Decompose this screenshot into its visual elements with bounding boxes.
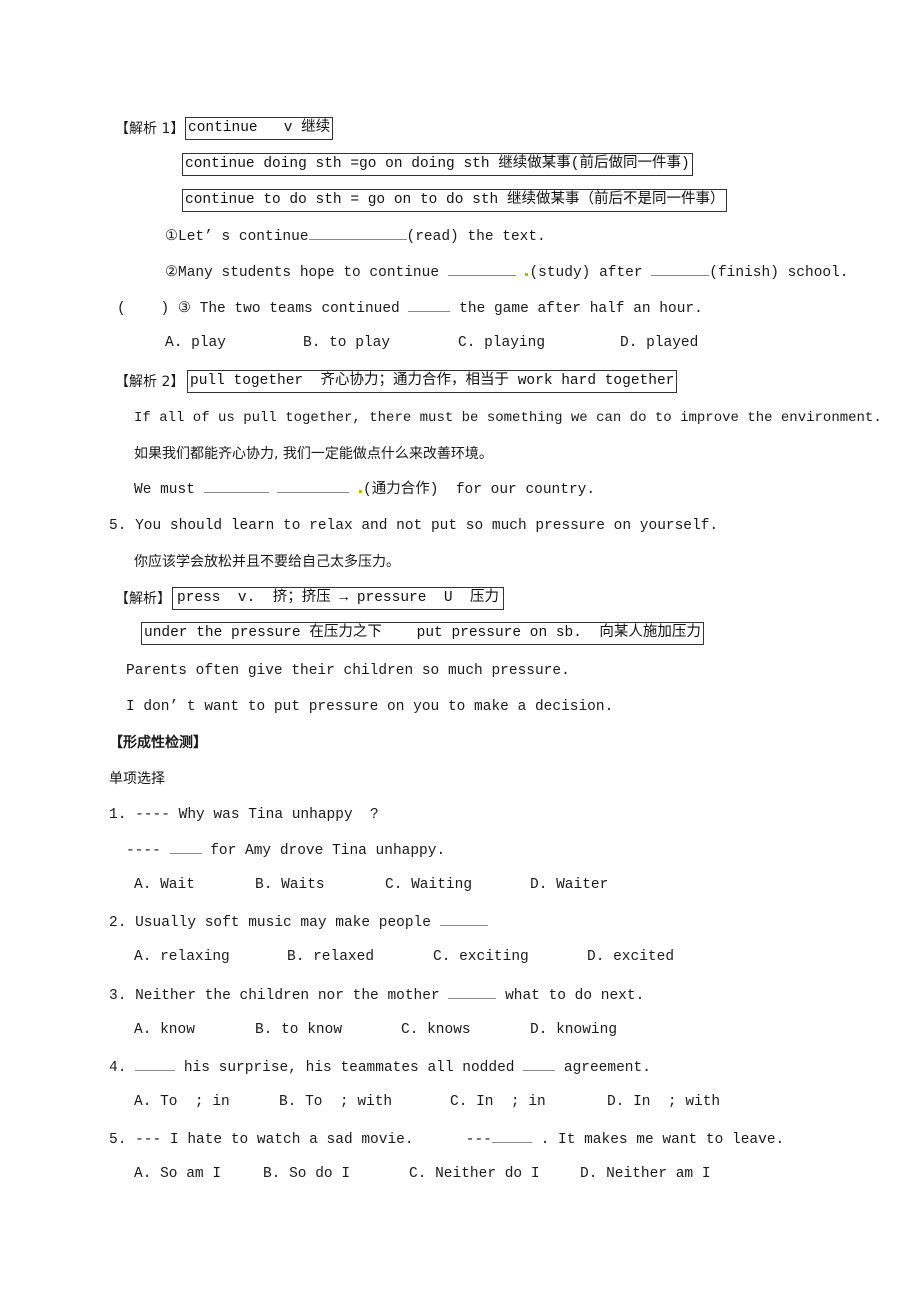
answer-blank[interactable] [308,227,407,240]
section-label-analysis: 【解析】 [115,591,171,607]
q1-option-b[interactable]: B. Waits [255,877,325,893]
q4-option-b[interactable]: B. To ; with [279,1094,392,1110]
answer-blank[interactable] [523,1058,556,1071]
answer-blank[interactable] [447,263,516,276]
question-1-answer-line: ---- for Amy drove Tina unhappy. [126,841,445,861]
q2-option-c[interactable]: C. exciting [433,949,529,965]
example-sentence-zh: 如果我们都能齐心协力, 我们一定能做点什么来改善环境。 [134,446,493,462]
edit-mark [359,490,363,493]
assessment-subtitle: 单项选择 [109,771,165,787]
exercise-3: ( ) ③ The two teams continued the game a… [117,299,703,319]
q1-option-a[interactable]: A. Wait [134,877,195,893]
exercise-2-hint-2: (finish) school. [709,265,849,281]
q3-option-d[interactable]: D. knowing [530,1022,617,1038]
fill-text: We must [134,482,195,498]
q3-option-a[interactable]: A. know [134,1022,195,1038]
q4-option-c[interactable]: C. In ; in [450,1094,546,1110]
answer-blank[interactable] [277,480,350,493]
q3-option-b[interactable]: B. to know [255,1022,342,1038]
answer-blank[interactable] [439,913,488,926]
option-a: A. play [165,335,226,351]
answer-blank[interactable] [491,1130,532,1143]
vocab-box-continue-doing: continue doing sth =go on doing sth 继续做某… [182,153,693,176]
q1-option-c[interactable]: C. Waiting [385,877,472,893]
question-2: 2. Usually soft music may make people [109,913,488,933]
answer-paren[interactable]: ( ) [117,301,169,317]
q3-option-c[interactable]: C. knows [401,1022,471,1038]
section-label-analysis-2: 【解析 2】 [115,374,185,390]
question-3-text: 3. Neither the children nor the mother [109,988,440,1004]
vocab-box-under-pressure: under the pressure 在压力之下 put pressure on… [141,622,704,645]
example-pressure-1: Parents often give their children so muc… [126,663,570,679]
exercise-1-hint: (read) the text. [406,229,546,245]
exercise-2: ②Many students hope to continue (study) … [165,263,849,283]
assessment-title: 【形成性检测】 [109,735,207,751]
q5-option-a[interactable]: A. So am I [134,1166,221,1182]
q2-option-a[interactable]: A. relaxing [134,949,230,965]
question-4: 4. his surprise, his teammates all nodde… [109,1058,651,1078]
answer-blank[interactable] [203,480,269,493]
fill-text-2: for our country. [455,482,596,498]
exercise-2-text: ②Many students hope to continue [165,265,440,281]
answer-blank[interactable] [651,263,710,276]
question-4-text-2: agreement. [563,1060,651,1076]
q2-option-b[interactable]: B. relaxed [287,949,374,965]
sentence-5-zh: 你应该学会放松并且不要给自己太多压力。 [134,554,400,570]
sentence-5-en: 5. You should learn to relax and not put… [109,518,719,534]
q1-option-d[interactable]: D. Waiter [530,877,608,893]
q4-option-d[interactable]: D. In ; with [607,1094,720,1110]
option-d: D. played [620,335,699,351]
answer-blank[interactable] [169,841,202,854]
vocab-box-press: press v. 挤；挤压 → pressure U 压力 [172,587,504,610]
fill-hint: (通力合作) [363,482,439,498]
q5-option-c[interactable]: C. Neither do I [409,1166,540,1182]
question-1: 1. ---- Why was Tina unhappy ? [109,807,379,823]
q2-option-d[interactable]: D. excited [587,949,674,965]
fill-exercise: We must (通力合作) for our country. [134,480,595,500]
vocab-box-pull-together: pull together 齐心协力；通力合作，相当于 work hard to… [187,370,678,393]
option-c: C. playing [458,335,546,351]
question-5: 5. --- I hate to watch a sad movie. --- … [109,1130,784,1150]
vocab-box-continue: continue v 继续 [185,117,334,140]
exercise-1: ①Let’ s continue (read) the text. [165,227,546,247]
example-sentence-en: If all of us pull together, there must b… [134,410,882,426]
q5-option-b[interactable]: B. So do I [263,1166,350,1182]
q5-option-d[interactable]: D. Neither am I [580,1166,711,1182]
answer-blank[interactable] [408,299,451,312]
vocab-box-continue-to-do: continue to do sth = go on to do sth 继续做… [182,189,728,212]
edit-mark [525,273,529,276]
question-1-text: for Amy drove Tina unhappy. [201,843,446,859]
question-3: 3. Neither the children nor the mother w… [109,986,644,1006]
dash: ---- [126,843,170,859]
question-5-text-2: . It makes me want to leave. [540,1132,785,1148]
answer-blank[interactable] [135,1058,176,1071]
dash: --- [465,1132,492,1148]
exercise-3-text: ③ The two teams continued [177,301,400,317]
option-b: B. to play [303,335,391,351]
exercise-3-text-2: the game after half an hour. [459,301,703,317]
question-4-number: 4. [109,1060,127,1076]
question-3-text-2: what to do next. [505,988,645,1004]
exercise-1-text: ①Let’ s continue [165,229,309,245]
question-5-text: 5. --- I hate to watch a sad movie. [109,1132,414,1148]
exercise-2-hint: (study) after [529,265,643,281]
q4-option-a[interactable]: A. To ; in [134,1094,230,1110]
answer-blank[interactable] [448,986,497,999]
section-label-analysis-1: 【解析 1】 [115,121,185,137]
example-pressure-2: I don’ t want to put pressure on you to … [126,699,614,715]
question-4-text: his surprise, his teammates all nodded [183,1060,515,1076]
question-2-text: 2. Usually soft music may make people [109,915,431,931]
